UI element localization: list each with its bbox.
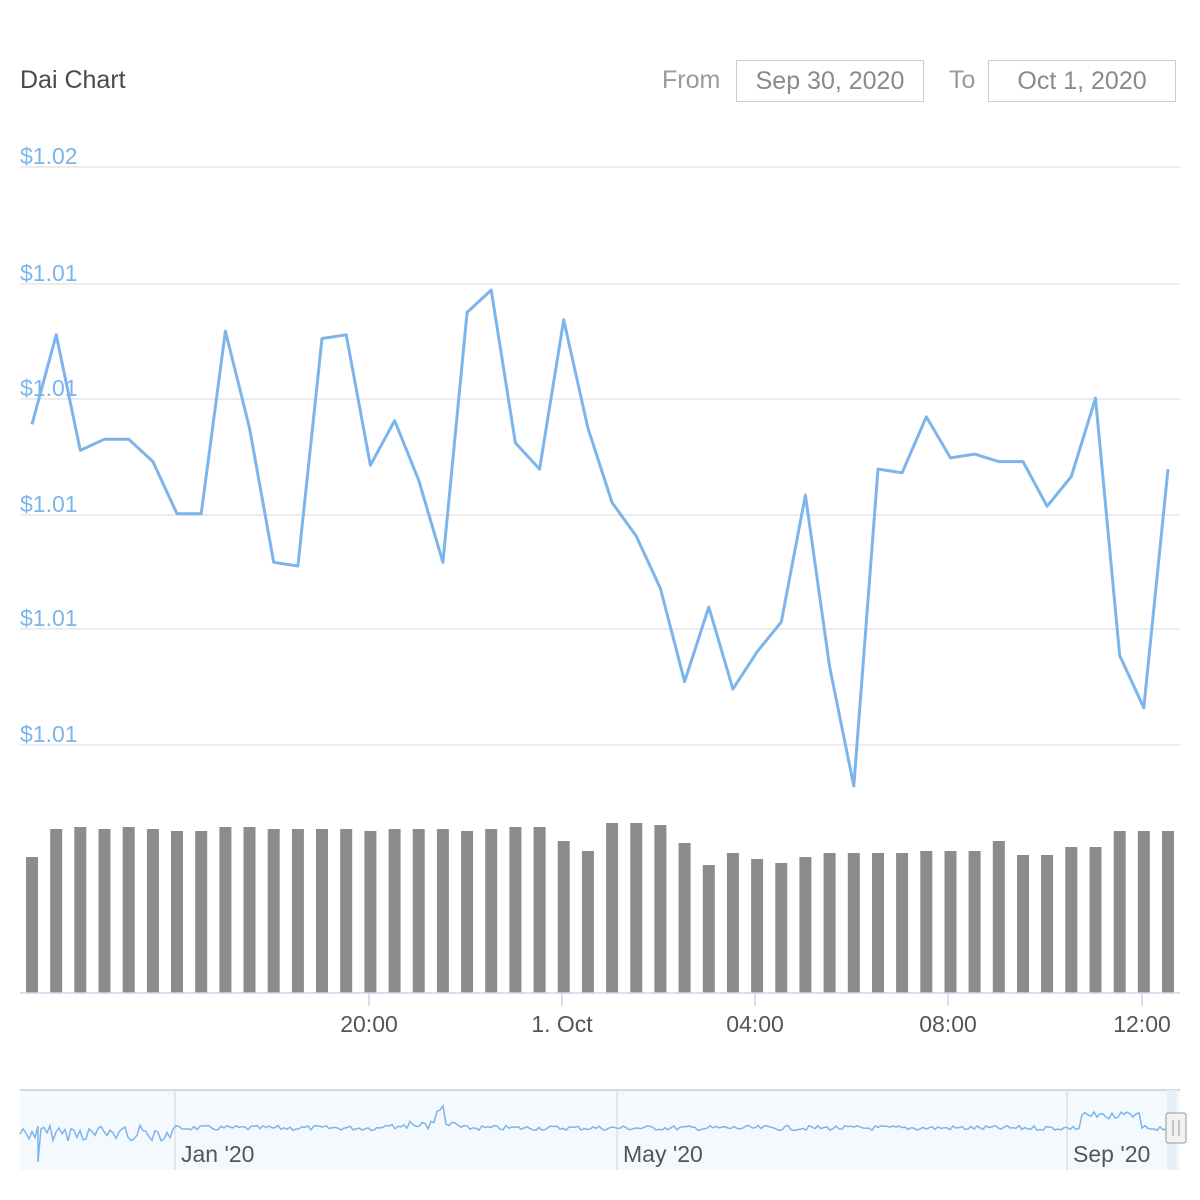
volume-bar xyxy=(74,827,87,993)
volume-bars xyxy=(26,823,1174,993)
volume-bar xyxy=(340,829,353,993)
volume-bar xyxy=(461,831,474,993)
volume-bar xyxy=(896,853,909,993)
volume-bar xyxy=(171,831,183,993)
volume-bar xyxy=(291,829,304,993)
price-grid xyxy=(20,166,1180,746)
volume-bar xyxy=(726,853,739,993)
volume-bar xyxy=(847,853,860,993)
volume-bar xyxy=(146,829,159,993)
volume-bar xyxy=(1162,831,1174,993)
y-tick-label: $1.01 xyxy=(20,605,78,631)
volume-bar xyxy=(243,827,256,993)
volume-bar xyxy=(26,857,38,993)
navigator-tick-label: May '20 xyxy=(623,1141,703,1167)
price-axis-labels: $1.02$1.01$1.01$1.01$1.01$1.01 xyxy=(20,143,78,747)
volume-bar xyxy=(775,863,788,993)
x-tick-label: 20:00 xyxy=(340,1011,398,1037)
volume-bar xyxy=(267,829,280,993)
volume-bar xyxy=(799,857,812,993)
volume-bar xyxy=(436,829,449,993)
volume-bar xyxy=(1137,831,1150,993)
x-tick-label: 08:00 xyxy=(919,1011,977,1037)
y-tick-label: $1.01 xyxy=(20,491,78,517)
volume-bar xyxy=(388,829,401,993)
volume-bar xyxy=(412,829,425,993)
volume-bar xyxy=(872,853,884,993)
volume-bar xyxy=(581,851,594,993)
price-line-series xyxy=(30,288,1170,788)
navigator-tick-label: Sep '20 xyxy=(1073,1141,1150,1167)
volume-bar xyxy=(364,831,377,993)
y-tick-label: $1.02 xyxy=(20,143,78,169)
volume-bar xyxy=(944,851,957,993)
volume-bar xyxy=(485,829,498,993)
volume-bar xyxy=(702,865,715,993)
volume-bar xyxy=(654,825,667,993)
x-tick-label: 1. Oct xyxy=(531,1011,593,1037)
volume-bar xyxy=(1041,855,1054,993)
volume-bar xyxy=(557,841,570,993)
x-axis-ticks: 20:00 1. Oct 04:00 08:00 12:00 xyxy=(340,993,1171,1037)
volume-bar xyxy=(122,827,135,993)
volume-bar xyxy=(920,851,933,993)
volume-bar xyxy=(630,823,643,993)
volume-bar xyxy=(1113,831,1126,993)
navigator-handle[interactable] xyxy=(1165,1112,1187,1144)
volume-bar xyxy=(606,823,619,993)
volume-bar xyxy=(678,843,691,993)
volume-bar xyxy=(316,829,328,993)
volume-bar xyxy=(1065,847,1078,993)
volume-bar xyxy=(509,827,522,993)
volume-bar xyxy=(219,827,232,993)
volume-bar xyxy=(98,829,111,993)
navigator-tick-label: Jan '20 xyxy=(181,1141,254,1167)
y-tick-label: $1.01 xyxy=(20,260,78,286)
volume-bar xyxy=(533,827,546,993)
navigator[interactable]: Jan '20 May '20 Sep '20 xyxy=(19,1089,1187,1170)
volume-bar xyxy=(968,851,981,993)
volume-bar xyxy=(992,841,1005,993)
y-tick-label: $1.01 xyxy=(20,721,78,747)
volume-bar xyxy=(751,859,764,993)
volume-bar xyxy=(1017,855,1029,993)
dai-chart: $1.02$1.01$1.01$1.01$1.01$1.01 20:00 1. O… xyxy=(19,143,1187,1170)
volume-bar xyxy=(195,831,208,993)
x-tick-label: 04:00 xyxy=(726,1011,784,1037)
volume-bar xyxy=(1089,847,1102,993)
volume-bar xyxy=(50,829,63,993)
x-tick-label: 12:00 xyxy=(1113,1011,1171,1037)
volume-bar xyxy=(823,853,836,993)
